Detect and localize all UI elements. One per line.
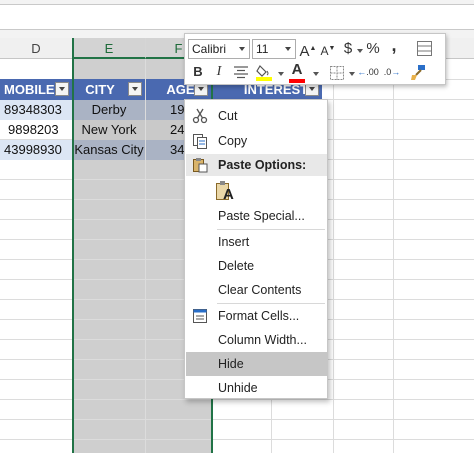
menu-item-unhide[interactable]: Unhide	[186, 376, 327, 400]
paste-button[interactable]: A	[215, 180, 237, 204]
font-size-dropdown[interactable]: 11	[252, 39, 296, 59]
copy-icon	[192, 133, 208, 149]
borders-icon[interactable]	[329, 65, 345, 81]
menu-item-label: Cut	[218, 109, 238, 123]
borders-icon[interactable]	[416, 40, 433, 57]
font-size-value: 11	[256, 42, 269, 56]
format-painter-icon[interactable]	[409, 63, 427, 81]
paste-options-label: Paste Options:	[218, 158, 307, 172]
menu-item-paste-special[interactable]: Paste Special...	[186, 204, 327, 228]
filter-dropdown-icon[interactable]	[55, 82, 69, 96]
menu-item-label: Insert	[218, 235, 250, 249]
column-header-d[interactable]: D	[0, 38, 73, 59]
paste-icon-letter: A	[223, 186, 234, 203]
clipboard-icon	[192, 157, 208, 173]
format-cells-icon	[192, 308, 208, 324]
shrink-font-icon: A	[320, 44, 329, 58]
chevron-down-icon	[239, 47, 245, 51]
comma-style-button[interactable]: ,	[386, 35, 402, 55]
table-cell[interactable]: New York	[73, 120, 145, 140]
fill-color-icon[interactable]	[255, 62, 275, 82]
filter-dropdown-icon[interactable]	[128, 82, 142, 96]
menu-item-column-width[interactable]: Column Width...	[186, 328, 327, 352]
increase-decimal-button[interactable]: ←.00	[357, 62, 379, 82]
formula-bar[interactable]	[0, 4, 474, 30]
mini-toolbar: Calibri 11 A▲ A▼ $ % , B I A ←.00 .0→	[184, 33, 446, 85]
header-label: CITY	[85, 82, 115, 97]
table-cell[interactable]: Kansas City	[73, 140, 145, 160]
paste-options-header: Paste Options:	[186, 154, 327, 176]
grow-font-icon: A	[299, 43, 310, 60]
table-cell[interactable]: Derby	[73, 100, 145, 120]
menu-item-clear-contents[interactable]: Clear Contents	[186, 278, 327, 302]
menu-item-delete[interactable]: Delete	[186, 254, 327, 278]
menu-item-label: Column Width...	[218, 333, 307, 347]
header-cell-mobile[interactable]: MOBILE	[0, 79, 72, 100]
table-cell[interactable]: 9898203	[0, 120, 72, 140]
menu-item-label: Unhide	[218, 381, 258, 395]
table-cell[interactable]: 89348303	[0, 100, 72, 120]
font-color-button[interactable]: A	[289, 60, 305, 80]
menu-item-format-cells[interactable]: Format Cells...	[186, 304, 327, 328]
menu-item-label: Copy	[218, 134, 248, 148]
increase-font-size-button[interactable]: A▲	[299, 39, 317, 60]
currency-format-button[interactable]: $	[340, 39, 356, 59]
font-name-value: Calibri	[192, 42, 227, 56]
align-center-icon[interactable]	[233, 65, 249, 79]
font-name-dropdown[interactable]: Calibri	[188, 39, 250, 59]
chevron-down-icon	[285, 47, 291, 51]
chevron-down-icon[interactable]	[313, 72, 319, 76]
column-header-e[interactable]: E	[73, 38, 146, 59]
font-color-swatch	[289, 79, 305, 83]
table-cell[interactable]: 43998930	[0, 140, 72, 160]
menu-item-label: Clear Contents	[218, 283, 302, 297]
decrease-decimal-button[interactable]: .0→	[381, 62, 403, 82]
selection-border-left	[72, 38, 74, 453]
bold-button[interactable]: B	[190, 62, 206, 82]
font-color-icon: A	[291, 61, 303, 78]
menu-item-insert[interactable]: Insert	[186, 230, 327, 254]
increase-decimal-label: .00	[366, 67, 379, 77]
header-label: MOBILE	[4, 82, 55, 97]
menu-item-hide[interactable]: Hide	[186, 352, 327, 376]
menu-item-cut[interactable]: Cut	[186, 104, 327, 128]
menu-item-label: Paste Special...	[218, 209, 305, 223]
menu-item-copy[interactable]: Copy	[186, 129, 327, 153]
menu-item-label: Format Cells...	[218, 309, 300, 323]
header-cell-city[interactable]: CITY	[73, 79, 145, 100]
italic-button[interactable]: I	[212, 62, 226, 82]
scissors-icon	[192, 108, 208, 124]
percent-style-button[interactable]: %	[365, 39, 381, 59]
chevron-down-icon[interactable]	[278, 72, 284, 76]
context-menu: Cut Copy Paste Options: A Paste Special.…	[184, 99, 328, 399]
decrease-font-size-button[interactable]: A▼	[319, 39, 337, 59]
chevron-down-icon[interactable]	[349, 72, 355, 76]
menu-item-label: Delete	[218, 259, 255, 273]
chevron-down-icon[interactable]	[357, 49, 363, 53]
menu-item-label: Hide	[218, 357, 244, 371]
